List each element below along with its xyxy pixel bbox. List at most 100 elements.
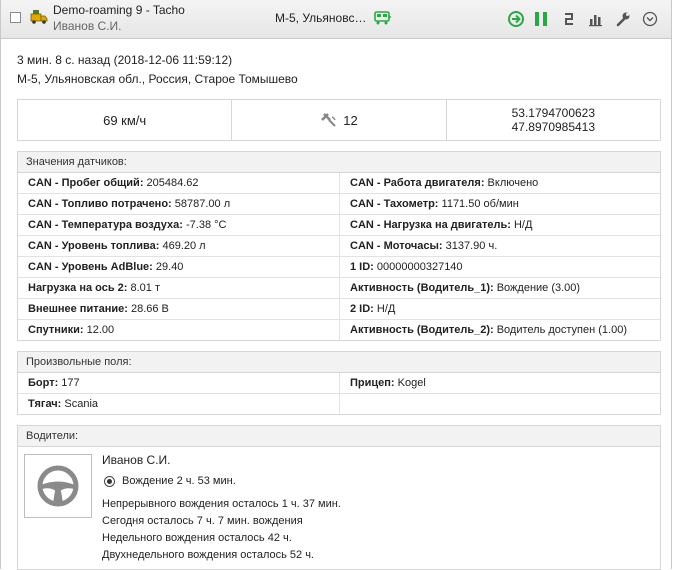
sensors-panel-title: Значения датчиков: [18,152,660,173]
drivers-panel-title: Водители: [18,426,660,447]
field-key: CAN - Нагрузка на двигатель: [350,219,511,231]
field-value: Н/Д [373,303,396,315]
field-value: 469.20 л [159,240,206,252]
field-value: Вождение (3.00) [493,282,581,294]
field-value: Включено [484,177,539,189]
field-key: Активность (Водитель_1): [350,282,494,294]
select-checkbox[interactable] [10,12,21,23]
field-key: Борт: [28,377,59,389]
field-key: Активность (Водитель_2): [350,324,494,336]
custom-fields-title: Произвольные поля: [18,352,660,373]
driver-limit-line: Двухнедельного вождения осталось 52 ч. [102,549,314,561]
unit-driver: Иванов С.И. [53,19,122,33]
field-key: CAN - Уровень топлива: [28,240,160,252]
field-key: Внешнее питание: [28,303,128,315]
field-value: 177 [58,377,80,389]
field-row: CAN - Моточасы: 3137.90 ч. [340,236,660,257]
chart-icon[interactable] [588,10,604,28]
dropdown-icon[interactable] [642,10,658,28]
field-value: 1171.50 об/мин [438,198,519,210]
field-value: Н/Д [510,219,533,231]
driver-avatar [24,454,92,518]
field-key: CAN - Пробег общий: [28,177,144,189]
coordinates-cell: 53.1794700623 47.8970985413 [447,100,660,140]
field-key: CAN - Работа двигателя: [350,177,485,189]
field-key: Нагрузка на ось 2: [28,282,128,294]
field-value: 12.00 [83,324,115,336]
custom-fields-panel: Произвольные поля: Борт: 177 Прицеп: Koge… [17,351,661,415]
location-address: М-5, Ульяновская обл., Россия, Старое То… [17,72,298,86]
field-row: Внешнее питание: 28.66 В [18,299,340,320]
field-row: CAN - Топливо потрачено: 58787.00 л [18,194,340,215]
field-value: 28.66 В [127,303,169,315]
field-value: 00000000327140 [373,261,463,273]
field-value: 58787.00 л [171,198,231,210]
route-icon[interactable] [562,10,576,28]
radio-icon [104,475,115,487]
satellites-cell: 12 [232,100,447,140]
truck-icon [30,10,48,24]
field-row: Активность (Водитель_2): Водитель доступ… [340,320,660,340]
driver-activity-text: Вождение 2 ч. 53 мин. [122,475,236,487]
field-value: Водитель доступен (1.00) [493,324,627,336]
field-key: Прицеп: [350,377,395,389]
unit-title[interactable]: Demo-roaming 9 - Tacho [53,3,185,17]
custom-fields-grid: Борт: 177 Прицеп: Kogel Тягач: Scania [18,373,660,414]
field-row: CAN - Нагрузка на двигатель: Н/Д [340,215,660,236]
field-value: 205484.62 [143,177,199,189]
last-message-time: 3 мин. 8 с. назад (2018-12-06 11:59:12) [17,53,233,67]
unit-header: Demo-roaming 9 - Tacho Иванов С.И. М-5, … [1,0,671,39]
field-key: CAN - Уровень AdBlue: [28,261,153,273]
field-key: CAN - Моточасы: [350,240,443,252]
satellites-value: 12 [343,112,358,128]
stats-bar: 69 км/ч 12 53.1794700623 47.8970985413 [17,99,661,141]
field-value: 8.01 т [127,282,161,294]
field-key: Спутники: [28,324,84,336]
field-row: 2 ID: Н/Д [340,299,660,320]
field-row: CAN - Пробег общий: 205484.62 [18,173,340,194]
position-info: 3 мин. 8 с. назад (2018-12-06 11:59:12) … [17,51,298,89]
steering-wheel-icon [37,465,79,507]
field-row: Тягач: Scania [18,394,340,414]
field-value: 29.40 [152,261,184,273]
driver-activity: Вождение 2 ч. 53 мин. [104,475,236,487]
sensors-grid: CAN - Пробег общий: 205484.62 CAN - Работ… [18,173,660,340]
bus-icon [374,11,391,25]
driver-limit-line: Сегодня осталось 7 ч. 7 мин. вождения [102,515,303,527]
field-row: Спутники: 12.00 [18,320,340,340]
field-row: Нагрузка на ось 2: 8.01 т [18,278,340,299]
pause-icon[interactable] [533,10,549,28]
driver-entry: Иванов С.И. Вождение 2 ч. 53 мин. Непрер… [18,447,660,569]
field-key: CAN - Температура воздуха: [28,219,183,231]
longitude-value: 47.8970985413 [511,120,596,134]
field-value: Kogel [394,377,426,389]
field-key: CAN - Тахометр: [350,198,439,210]
driver-limit-line: Непрерывного вождения осталось 1 ч. 37 м… [102,498,341,510]
drivers-panel: Водители: Иванов С.И. Вождение 2 ч. 53 м… [17,425,661,570]
field-row: 1 ID: 00000000327140 [340,257,660,278]
speed-value: 69 км/ч [103,112,147,128]
sensors-panel: Значения датчиков: CAN - Пробег общий: 2… [17,151,661,341]
field-row: CAN - Тахометр: 1171.50 об/мин [340,194,660,215]
latitude-value: 53.1794700623 [511,106,596,120]
unit-address-short: М-5, Ульяновс… [275,11,367,25]
field-value: Scania [61,398,99,410]
speed-cell: 69 км/ч [18,100,233,140]
field-row: Активность (Водитель_1): Вождение (3.00) [340,278,660,299]
field-row: CAN - Температура воздуха: -7.38 °C [18,215,340,236]
unit-card: Demo-roaming 9 - Tacho Иванов С.И. М-5, … [0,0,672,570]
field-row [340,394,660,414]
send-command-icon[interactable] [507,10,525,28]
field-key: Тягач: [28,398,62,410]
field-row: CAN - Уровень топлива: 469.20 л [18,236,340,257]
wrench-icon[interactable] [615,10,631,28]
driver-name[interactable]: Иванов С.И. [102,453,171,467]
driver-limit-line: Недельного вождения осталось 42 ч. [102,532,292,544]
field-row: CAN - Работа двигателя: Включено [340,173,660,194]
field-key: CAN - Топливо потрачено: [28,198,172,210]
field-value: 3137.90 ч. [442,240,498,252]
field-key: 1 ID: [350,261,374,273]
field-row: Борт: 177 [18,373,340,394]
field-key: 2 ID: [350,303,374,315]
field-row: CAN - Уровень AdBlue: 29.40 [18,257,340,278]
